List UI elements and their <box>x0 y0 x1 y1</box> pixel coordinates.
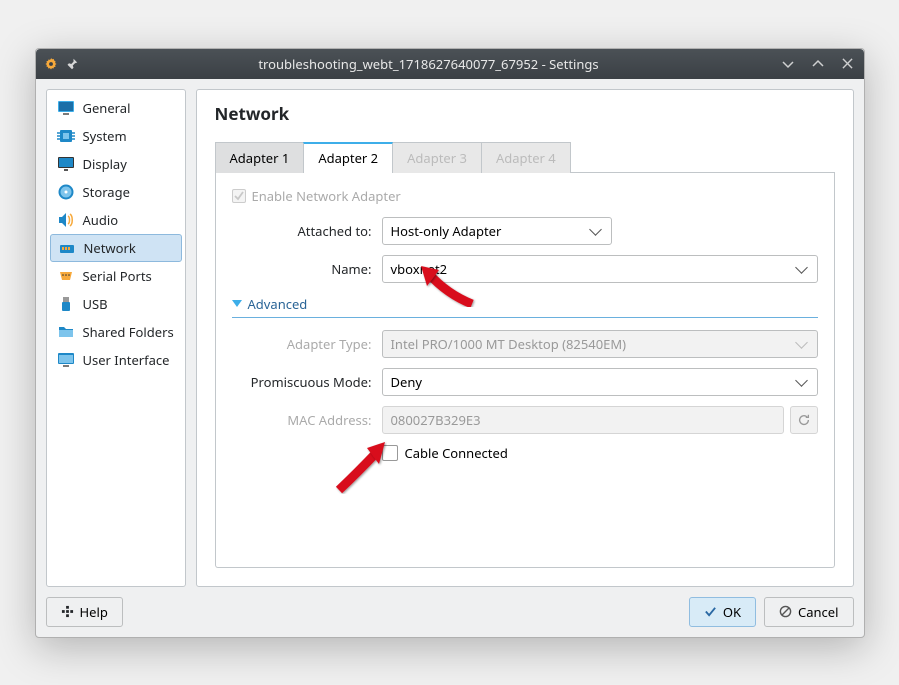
cable-connected-label: Cable Connected <box>405 444 508 462</box>
chevron-down-icon <box>795 336 808 349</box>
sidebar-item-audio[interactable]: Audio <box>47 206 185 234</box>
cable-row: Cable Connected <box>232 444 818 462</box>
sidebar-item-general[interactable]: General <box>47 94 185 122</box>
name-label: Name: <box>232 260 382 278</box>
minimize-button[interactable] <box>780 56 796 72</box>
main-panel: Network Adapter 1 Adapter 2 Adapter 3 Ad… <box>196 89 854 587</box>
adapter-type-select: Intel PRO/1000 MT Desktop (82540EM) <box>382 330 818 358</box>
name-select[interactable]: vboxnet2 <box>382 255 818 283</box>
serial-icon <box>57 267 75 285</box>
attached-to-select[interactable]: Host-only Adapter <box>382 217 612 245</box>
ok-button[interactable]: OK <box>689 597 756 627</box>
tab-adapter-3: Adapter 3 <box>392 142 482 173</box>
refresh-icon <box>797 413 811 427</box>
mac-value: 080027B329E3 <box>391 411 481 429</box>
maximize-button[interactable] <box>810 56 826 72</box>
cable-connected-checkbox[interactable] <box>382 445 398 461</box>
tab-content: Enable Network Adapter Attached to: Host… <box>215 173 835 568</box>
sidebar-item-label: Audio <box>83 211 119 229</box>
adapter-type-label: Adapter Type: <box>232 335 382 353</box>
enable-adapter-label: Enable Network Adapter <box>252 187 401 205</box>
cancel-icon <box>779 605 792 618</box>
window-title: troubleshooting_webt_1718627640077_67952… <box>86 55 772 73</box>
sidebar-item-shared-folders[interactable]: Shared Folders <box>47 318 185 346</box>
attached-to-value: Host-only Adapter <box>391 222 502 240</box>
sidebar-item-usb[interactable]: USB <box>47 290 185 318</box>
sidebar-item-label: Shared Folders <box>83 323 174 341</box>
titlebar: troubleshooting_webt_1718627640077_67952… <box>36 49 864 79</box>
sidebar-item-system[interactable]: System <box>47 122 185 150</box>
ui-icon <box>57 351 75 369</box>
sidebar-item-label: Serial Ports <box>83 267 152 285</box>
chevron-down-icon <box>795 261 808 274</box>
pin-icon[interactable] <box>66 58 78 70</box>
sidebar-item-label: Storage <box>83 183 130 201</box>
triangle-down-icon <box>232 300 242 307</box>
mac-row: MAC Address: 080027B329E3 <box>232 406 818 434</box>
name-value: vboxnet2 <box>391 260 448 278</box>
speaker-icon <box>57 211 75 229</box>
check-icon <box>704 605 717 618</box>
sidebar-item-label: Network <box>84 239 136 257</box>
help-button[interactable]: Help <box>46 597 123 627</box>
advanced-label: Advanced <box>248 295 308 313</box>
chip-icon <box>57 127 75 145</box>
tab-adapter-4: Adapter 4 <box>481 142 571 173</box>
promiscuous-value: Deny <box>391 373 423 391</box>
close-button[interactable] <box>840 56 856 72</box>
sidebar-item-label: USB <box>83 295 108 313</box>
sidebar-item-label: User Interface <box>83 351 170 369</box>
enable-adapter-checkbox <box>232 189 246 203</box>
help-label: Help <box>80 603 108 621</box>
name-row: Name: vboxnet2 <box>232 255 818 283</box>
settings-window: troubleshooting_webt_1718627640077_67952… <box>35 48 865 638</box>
cancel-label: Cancel <box>798 603 838 621</box>
promiscuous-label: Promiscuous Mode: <box>232 373 382 391</box>
sidebar-item-label: System <box>83 127 127 145</box>
adapter-tabs: Adapter 1 Adapter 2 Adapter 3 Adapter 4 <box>215 141 835 173</box>
display-icon <box>57 155 75 173</box>
mac-refresh-button <box>790 406 818 434</box>
chevron-down-icon <box>795 374 808 387</box>
enable-adapter-row: Enable Network Adapter <box>232 187 818 205</box>
page-heading: Network <box>215 102 835 125</box>
promiscuous-row: Promiscuous Mode: Deny <box>232 368 818 396</box>
sidebar-item-user-interface[interactable]: User Interface <box>47 346 185 374</box>
sidebar-item-serial-ports[interactable]: Serial Ports <box>47 262 185 290</box>
attached-to-label: Attached to: <box>232 222 382 240</box>
mac-label: MAC Address: <box>232 411 382 429</box>
sidebar-item-label: General <box>83 99 131 117</box>
help-icon <box>61 605 74 618</box>
usb-icon <box>57 295 75 313</box>
sidebar-item-label: Display <box>83 155 127 173</box>
ok-label: OK <box>723 603 741 621</box>
footer: Help OK Cancel <box>36 597 864 637</box>
folder-icon <box>57 323 75 341</box>
attached-to-row: Attached to: Host-only Adapter <box>232 217 818 245</box>
sidebar-item-storage[interactable]: Storage <box>47 178 185 206</box>
chevron-down-icon <box>589 223 602 236</box>
adapter-type-value: Intel PRO/1000 MT Desktop (82540EM) <box>391 335 627 353</box>
tab-adapter-1[interactable]: Adapter 1 <box>215 142 305 173</box>
mac-input: 080027B329E3 <box>382 406 784 434</box>
advanced-toggle[interactable]: Advanced <box>232 295 818 318</box>
cancel-button[interactable]: Cancel <box>764 597 853 627</box>
sidebar-item-network[interactable]: Network <box>50 234 182 262</box>
adapter-type-row: Adapter Type: Intel PRO/1000 MT Desktop … <box>232 330 818 358</box>
sidebar-item-display[interactable]: Display <box>47 150 185 178</box>
disk-icon <box>57 183 75 201</box>
monitor-icon <box>57 99 75 117</box>
tab-adapter-2[interactable]: Adapter 2 <box>303 142 393 173</box>
promiscuous-select[interactable]: Deny <box>382 368 818 396</box>
gear-icon <box>44 57 58 71</box>
sidebar: General System Display Storage Audio Net… <box>46 89 186 587</box>
network-icon <box>58 239 76 257</box>
